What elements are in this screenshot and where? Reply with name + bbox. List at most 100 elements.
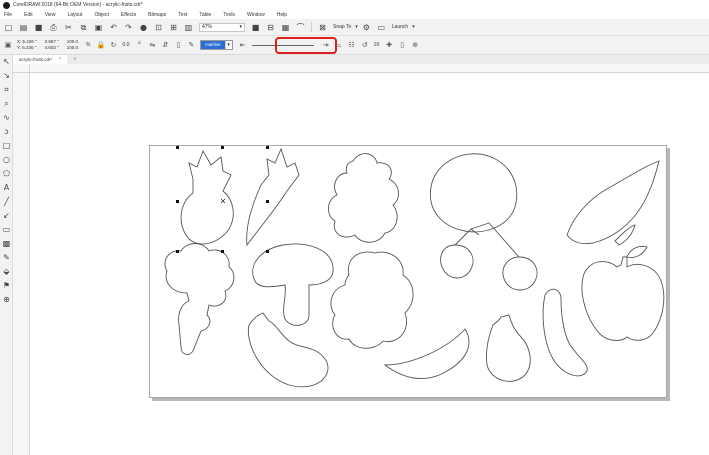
selection-center-marker[interactable] xyxy=(220,198,226,204)
crop-tool-icon[interactable]: ⌗ xyxy=(0,83,13,97)
full-screen-icon[interactable]: ■ xyxy=(251,23,260,32)
height-field[interactable]: 4.603 " xyxy=(45,45,59,51)
transparency-tool-icon[interactable]: ▩ xyxy=(0,237,13,251)
cherry-right-shape[interactable] xyxy=(502,256,538,291)
apple-leaf-shape[interactable] xyxy=(626,245,648,258)
add-tool-icon[interactable]: ⊕ xyxy=(0,293,13,307)
watermelon-slice-shape[interactable] xyxy=(383,328,470,379)
menu-layout[interactable]: Layout xyxy=(67,12,82,18)
apple-shape[interactable] xyxy=(581,256,665,341)
shape-tool-icon[interactable]: ↘ xyxy=(0,69,13,83)
pear-shape[interactable] xyxy=(486,314,531,382)
new-icon[interactable]: □ xyxy=(4,23,13,32)
ellipse-tool-icon[interactable]: ○ xyxy=(0,153,13,167)
mirror-horizontal-icon[interactable]: ⇋ xyxy=(148,41,156,49)
print-icon[interactable]: ⎙ xyxy=(49,23,58,32)
lock-ratio-icon[interactable]: 🔒 xyxy=(96,41,105,49)
menu-text[interactable]: Text xyxy=(178,12,187,18)
eyedropper-tool-icon[interactable]: ✎ xyxy=(0,251,13,265)
pick-tool-icon[interactable]: ↖ xyxy=(0,55,13,69)
document-tab[interactable]: acrylic-fruits.cdr* × xyxy=(13,55,68,64)
rectangle-tool-icon[interactable]: □ xyxy=(0,139,13,153)
duplicate-distance-icon[interactable]: ✚ xyxy=(385,41,393,49)
outline-width-combo[interactable]: Hairline ▾ xyxy=(200,40,233,50)
open-icon[interactable]: ▤ xyxy=(19,23,28,32)
redo-icon[interactable]: ↷ xyxy=(124,23,133,32)
add-preset-icon[interactable]: ⊕ xyxy=(411,41,419,49)
add-tab-icon[interactable]: + xyxy=(73,57,77,63)
rotation-angle-field[interactable]: 0.0 xyxy=(122,42,129,48)
menu-effects[interactable]: Effects xyxy=(121,12,136,18)
menu-bitmaps[interactable]: Bitmaps xyxy=(148,12,166,18)
show-guidelines-icon[interactable]: ⌒ xyxy=(296,23,305,32)
outline-pen-icon: ✎ xyxy=(188,41,195,49)
snap-to-icon[interactable]: ⊠ xyxy=(318,23,327,32)
save-icon[interactable]: ■ xyxy=(34,23,43,32)
connector-tool-icon[interactable]: ↙ xyxy=(0,209,13,223)
menu-window[interactable]: Window xyxy=(247,12,265,18)
freehand-tool-icon[interactable]: ∿ xyxy=(0,111,13,125)
broccoli-shape[interactable] xyxy=(164,243,235,355)
chevron-down-icon[interactable]: ▾ xyxy=(355,24,358,30)
smart-fill-tool-icon[interactable]: ⚑ xyxy=(0,279,13,293)
blob-shape[interactable] xyxy=(330,251,414,349)
menu-view[interactable]: View xyxy=(45,12,56,18)
percent-label: % xyxy=(86,42,91,48)
text-tool-icon[interactable]: A xyxy=(0,181,13,195)
page-size-icon[interactable]: ▣ xyxy=(4,41,12,49)
fruit-cut-outlines[interactable] xyxy=(149,145,667,398)
align-icon[interactable]: ▯ xyxy=(398,41,406,49)
corn-shape[interactable] xyxy=(566,160,660,245)
window-title: CorelDRAW 2018 (64-Bit OEM Version) - ac… xyxy=(13,2,143,8)
lemon-shape[interactable] xyxy=(429,153,518,233)
show-rulers-icon[interactable]: ⊟ xyxy=(266,23,275,32)
mirror-vertical-icon[interactable]: ⇵ xyxy=(161,41,169,49)
export-icon[interactable]: ⊞ xyxy=(169,23,178,32)
horizontal-ruler[interactable] xyxy=(30,64,709,73)
cherry-stem-shape[interactable] xyxy=(454,222,520,258)
polygon-tool-icon[interactable]: ⬠ xyxy=(0,167,13,181)
shadow-tool-icon[interactable]: ▭ xyxy=(0,223,13,237)
menu-object[interactable]: Object xyxy=(94,12,108,18)
show-grid-icon[interactable]: ▦ xyxy=(281,23,290,32)
cherry-left-shape[interactable] xyxy=(440,244,474,279)
launch-icon[interactable]: ▭ xyxy=(377,23,386,32)
search-content-icon[interactable]: ● xyxy=(139,23,148,32)
corn-leaf-shape[interactable] xyxy=(614,224,636,246)
menu-file[interactable]: File xyxy=(4,12,12,18)
interactive-fill-tool-icon[interactable]: ⬙ xyxy=(0,265,13,279)
launch-label[interactable]: Launch xyxy=(392,24,408,30)
start-arrowhead-icon[interactable]: ⇤ xyxy=(239,41,247,49)
copy-icon[interactable]: ⧉ xyxy=(79,23,88,32)
close-icon[interactable]: × xyxy=(58,55,61,64)
text-wrap-icon[interactable]: ☷ xyxy=(348,41,356,49)
zoom-tool-icon[interactable]: ⌕ xyxy=(0,97,13,111)
vertical-ruler[interactable] xyxy=(13,73,30,455)
mushroom-shape[interactable] xyxy=(252,243,334,326)
snap-to-label[interactable]: Snap To xyxy=(333,24,351,30)
menu-edit[interactable]: Edit xyxy=(24,12,33,18)
menu-table[interactable]: Table xyxy=(199,12,211,18)
scale-height-field[interactable]: 100.0 xyxy=(67,45,78,51)
beet-shape[interactable] xyxy=(180,149,234,245)
nudge-value-field[interactable]: 10 xyxy=(374,42,380,48)
cut-icon[interactable]: ✂ xyxy=(64,23,73,32)
eggplant-shape[interactable] xyxy=(247,312,329,388)
menu-help[interactable]: Help xyxy=(277,12,287,18)
import-icon[interactable]: ⊡ xyxy=(154,23,163,32)
chili-pepper-shape[interactable] xyxy=(542,288,588,377)
y-position-field[interactable]: Y: 6.236 " xyxy=(17,45,37,51)
options-gear-icon[interactable]: ⚙ xyxy=(362,23,371,32)
zoom-level-combo[interactable]: 47% ▾ xyxy=(199,22,245,32)
line-tool-icon[interactable]: ╱ xyxy=(0,195,13,209)
grapes-shape[interactable] xyxy=(328,153,399,243)
publish-pdf-icon[interactable]: ▥ xyxy=(184,23,193,32)
ruler-origin[interactable] xyxy=(13,64,30,73)
curve-tool-icon[interactable]: ↄ xyxy=(0,125,13,139)
paste-icon[interactable]: ▣ xyxy=(94,23,103,32)
wrap-text-icon[interactable]: ▯ xyxy=(174,41,182,49)
chevron-down-icon[interactable]: ▾ xyxy=(412,24,415,30)
carrot-shape[interactable] xyxy=(246,147,300,247)
menu-tools[interactable]: Tools xyxy=(223,12,235,18)
undo-icon[interactable]: ↶ xyxy=(109,23,118,32)
